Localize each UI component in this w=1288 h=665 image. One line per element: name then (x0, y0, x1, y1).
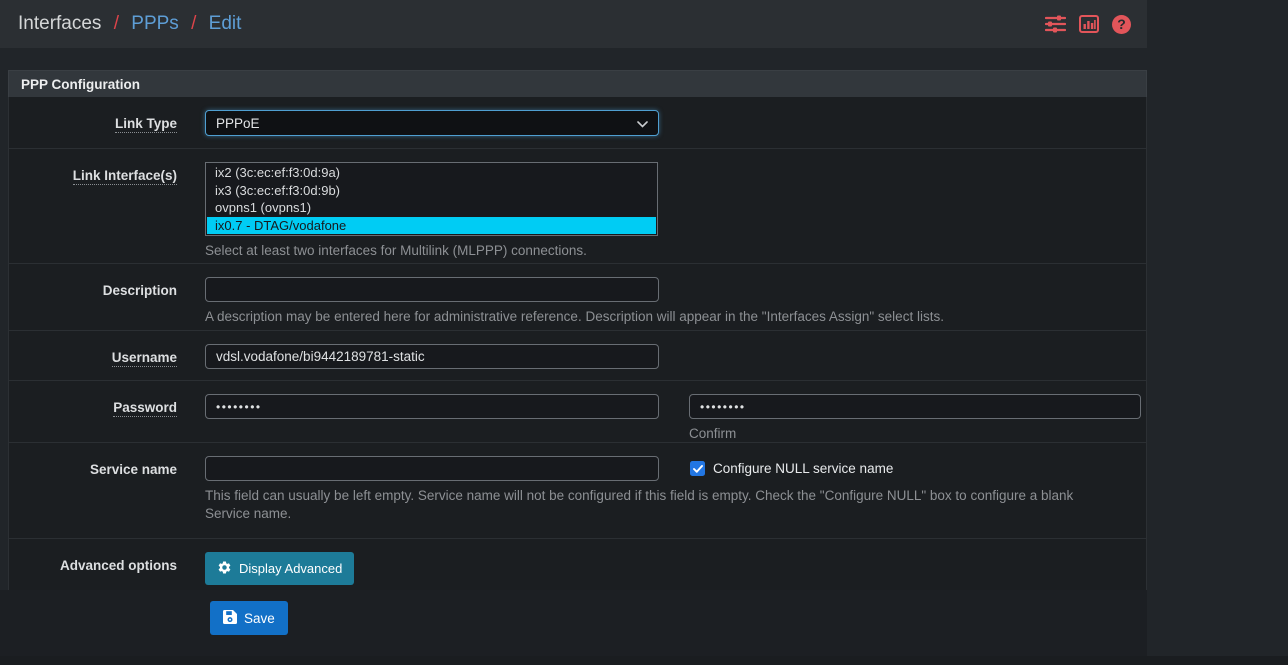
description-help: A description may be entered here for ad… (205, 308, 1110, 326)
display-advanced-button-label: Display Advanced (239, 561, 342, 576)
breadcrumb-link-edit[interactable]: Edit (209, 13, 242, 34)
list-option-ix0-7-selected[interactable]: ix0.7 - DTAG/vodafone (207, 217, 656, 235)
row-advanced-options: Advanced options Display Advanced (9, 539, 1146, 590)
breadcrumb: Interfaces / PPPs / Edit (18, 13, 241, 35)
password-confirm-input[interactable] (689, 394, 1141, 419)
advanced-options-label: Advanced options (60, 558, 177, 573)
breadcrumb-separator: / (191, 13, 196, 34)
ppp-configuration-panel: PPP Configuration Link Type PPPoE Link I… (8, 70, 1147, 591)
chevron-down-icon (637, 116, 648, 131)
list-option-ix3[interactable]: ix3 (3c:ec:ef:f3:0d:9b) (207, 182, 656, 200)
row-description: Description A description may be entered… (9, 264, 1146, 331)
gear-icon (217, 560, 232, 578)
row-link-interfaces: Link Interface(s) ix2 (3c:ec:ef:f3:0d:9a… (9, 149, 1146, 264)
row-password: Password Confirm (9, 381, 1146, 443)
service-name-input[interactable] (205, 456, 659, 481)
configure-null-checkbox-label: Configure NULL service name (713, 461, 893, 476)
help-icon[interactable]: ? (1112, 15, 1131, 34)
service-name-label: Service name (90, 462, 177, 477)
link-interfaces-label: Link Interface(s) (73, 168, 177, 185)
description-label: Description (103, 283, 177, 298)
link-type-label: Link Type (115, 116, 177, 133)
configure-null-checkbox[interactable] (690, 461, 705, 476)
list-option-ovpns1[interactable]: ovpns1 (ovpns1) (207, 199, 656, 217)
list-option-ix2[interactable]: ix2 (3c:ec:ef:f3:0d:9a) (207, 164, 656, 182)
breadcrumb-link-ppps[interactable]: PPPs (131, 13, 179, 34)
footer-strip (0, 656, 1288, 665)
bar-chart-icon[interactable] (1079, 15, 1099, 33)
link-type-select[interactable]: PPPoE (205, 110, 659, 136)
password-input[interactable] (205, 394, 659, 419)
password-label: Password (113, 400, 177, 417)
password-confirm-label: Confirm (689, 426, 1141, 441)
row-link-type: Link Type PPPoE (9, 97, 1146, 149)
breadcrumb-separator: / (114, 13, 119, 34)
link-type-selected-value: PPPoE (216, 116, 260, 131)
sliders-icon[interactable] (1045, 15, 1066, 33)
help-icon-glyph: ? (1112, 15, 1131, 34)
navbar: Interfaces / PPPs / Edit (0, 0, 1147, 48)
display-advanced-button[interactable]: Display Advanced (205, 552, 354, 585)
navbar-icons: ? (1045, 15, 1131, 34)
breadcrumb-section: Interfaces (18, 13, 101, 34)
panel-body: Link Type PPPoE Link Interface(s) ix2 (3… (8, 97, 1147, 591)
content-footer-area: Save (0, 590, 1147, 665)
row-service-name: Service name Configure NULL service name… (9, 443, 1146, 539)
link-interfaces-help: Select at least two interfaces for Multi… (205, 242, 1110, 260)
service-name-help: This field can usually be left empty. Se… (205, 487, 1110, 523)
configure-null-checkbox-group[interactable]: Configure NULL service name (690, 461, 893, 476)
save-floppy-icon (223, 610, 237, 627)
username-input[interactable] (205, 344, 659, 369)
panel-title: PPP Configuration (8, 70, 1147, 97)
link-interfaces-listbox[interactable]: ix2 (3c:ec:ef:f3:0d:9a) ix3 (3c:ec:ef:f3… (205, 162, 658, 236)
save-button-label: Save (244, 611, 275, 626)
description-input[interactable] (205, 277, 659, 302)
save-button[interactable]: Save (210, 601, 288, 635)
username-label: Username (112, 350, 177, 367)
row-username: Username (9, 331, 1146, 381)
